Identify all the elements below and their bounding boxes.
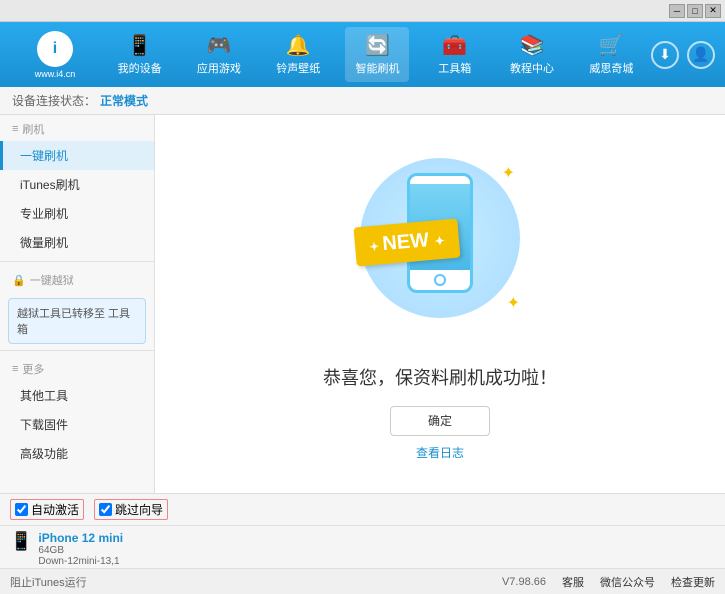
bottom-combined: 自动激活 跳过向导 📱 iPhone 12 mini 64GB Down-12m… <box>0 493 725 568</box>
nav-right-buttons: ⬇ 👤 <box>651 41 715 69</box>
sidebar-item-micro-flash[interactable]: 微量刷机 <box>0 228 154 257</box>
sparkle-bottom-right: ✦ <box>507 293 520 313</box>
sidebar-section-flash: ≡ 刷机 <box>0 115 154 141</box>
itunes-button[interactable]: 阻止iTunes运行 <box>10 574 87 590</box>
checkbox-group: 自动激活 跳过向导 <box>10 499 168 520</box>
content-area: ✦ ✦ NEW 恭喜您，保资料刷机成功啦！ 确定 查看日志 <box>155 115 725 493</box>
skip-wizard-label: 跳过向导 <box>115 501 163 518</box>
confirm-button[interactable]: 确定 <box>390 406 490 436</box>
success-illustration: ✦ ✦ NEW <box>340 148 540 348</box>
weisi-store-icon: 🛒 <box>599 33 624 58</box>
auto-launch-checkbox-label[interactable]: 自动激活 <box>10 499 84 520</box>
check-update-link[interactable]: 检查更新 <box>671 574 715 590</box>
logo-icon: i <box>37 31 73 67</box>
sidebar-section-jailbreak: 🔒 一键越狱 <box>0 266 154 292</box>
top-nav: i www.i4.cn 📱 我的设备 🎮 应用游戏 🔔 铃声壁纸 🔄 智能刷机 … <box>0 22 725 87</box>
phone-small-icon: 📱 <box>10 531 32 552</box>
ringtones-icon: 🔔 <box>286 33 311 58</box>
nav-items: 📱 我的设备 🎮 应用游戏 🔔 铃声壁纸 🔄 智能刷机 🧰 工具箱 📚 教程中心… <box>100 27 651 82</box>
device-firmware: Down-12mini-13,1 <box>38 556 123 567</box>
success-message: 恭喜您，保资料刷机成功啦！ <box>323 364 557 390</box>
sidebar-item-one-click-flash[interactable]: 一键刷机 <box>0 141 154 170</box>
lock-icon: 🔒 <box>12 274 26 287</box>
my-device-label: 我的设备 <box>118 60 162 76</box>
version-info: V7.98.66 <box>502 576 546 588</box>
window-controls[interactable]: ─ □ ✕ <box>669 4 721 18</box>
footer-right: V7.98.66 客服 微信公众号 检查更新 <box>502 574 715 590</box>
apps-games-label: 应用游戏 <box>197 60 241 76</box>
sidebar-section-flash-label: 刷机 <box>22 121 44 137</box>
status-label: 设备连接状态： <box>12 92 96 109</box>
skip-wizard-checkbox-label[interactable]: 跳过向导 <box>94 499 168 520</box>
sidebar-jailbreak-info: 越狱工具已转移至 工具箱 <box>8 298 146 344</box>
status-bar: 设备连接状态： 正常模式 <box>0 87 725 115</box>
weisi-store-label: 威思奇城 <box>589 60 633 76</box>
sidebar-item-download-firmware[interactable]: 下载固件 <box>0 410 154 439</box>
sidebar-item-itunes-flash[interactable]: iTunes刷机 <box>0 170 154 199</box>
maximize-button[interactable]: □ <box>687 4 703 18</box>
wechat-link[interactable]: 微信公众号 <box>600 574 655 590</box>
sidebar: ≡ 刷机 一键刷机 iTunes刷机 专业刷机 微量刷机 🔒 一键越狱 越狱工具… <box>0 115 155 493</box>
auto-launch-checkbox[interactable] <box>15 503 28 516</box>
new-badge: NEW <box>353 218 460 266</box>
ringtones-label: 铃声壁纸 <box>276 60 320 76</box>
sidebar-divider-2 <box>0 350 154 351</box>
bottom-controls-row: 自动激活 跳过向导 <box>0 494 725 526</box>
device-name: iPhone 12 mini <box>38 531 123 545</box>
sparkle-top-right: ✦ <box>502 163 515 183</box>
phone-home-button <box>434 274 446 286</box>
logo: i www.i4.cn <box>10 31 100 79</box>
minimize-button[interactable]: ─ <box>669 4 685 18</box>
toolbox-icon: 🧰 <box>442 33 467 58</box>
device-storage: 64GB <box>38 545 123 556</box>
smart-flash-icon: 🔄 <box>365 33 390 58</box>
nav-weisi-store[interactable]: 🛒 威思奇城 <box>579 27 643 82</box>
more-icon: ≡ <box>12 363 18 375</box>
sidebar-section-more: ≡ 更多 <box>0 355 154 381</box>
toolbox-label: 工具箱 <box>438 60 471 76</box>
main-layout: ≡ 刷机 一键刷机 iTunes刷机 专业刷机 微量刷机 🔒 一键越狱 越狱工具… <box>0 115 725 493</box>
tutorial-label: 教程中心 <box>510 60 554 76</box>
tutorial-icon: 📚 <box>520 33 545 58</box>
nav-apps-games[interactable]: 🎮 应用游戏 <box>187 27 251 82</box>
nav-my-device[interactable]: 📱 我的设备 <box>108 27 172 82</box>
nav-ringtones[interactable]: 🔔 铃声壁纸 <box>266 27 330 82</box>
smart-flash-label: 智能刷机 <box>355 60 399 76</box>
skip-wizard-checkbox[interactable] <box>99 503 112 516</box>
status-value: 正常模式 <box>100 92 148 109</box>
title-bar: ─ □ ✕ <box>0 0 725 22</box>
download-button[interactable]: ⬇ <box>651 41 679 69</box>
nav-smart-flash[interactable]: 🔄 智能刷机 <box>345 27 409 82</box>
customer-service-link[interactable]: 客服 <box>562 574 584 590</box>
sidebar-divider-1 <box>0 261 154 262</box>
logo-subtitle: www.i4.cn <box>35 69 76 79</box>
device-row: 📱 iPhone 12 mini 64GB Down-12mini-13,1 <box>0 526 725 572</box>
apps-games-icon: 🎮 <box>206 33 231 58</box>
my-device-icon: 📱 <box>127 33 152 58</box>
nav-tutorial[interactable]: 📚 教程中心 <box>500 27 564 82</box>
sidebar-section-flash-icon: ≡ <box>12 123 18 135</box>
auto-launch-label: 自动激活 <box>31 501 79 518</box>
nav-toolbox[interactable]: 🧰 工具箱 <box>425 27 485 82</box>
device-details: iPhone 12 mini 64GB Down-12mini-13,1 <box>38 531 123 567</box>
sidebar-item-advanced[interactable]: 高级功能 <box>0 439 154 468</box>
sidebar-item-other-tools[interactable]: 其他工具 <box>0 381 154 410</box>
sidebar-item-pro-flash[interactable]: 专业刷机 <box>0 199 154 228</box>
log-link[interactable]: 查看日志 <box>416 444 464 461</box>
account-button[interactable]: 👤 <box>687 41 715 69</box>
close-button[interactable]: ✕ <box>705 4 721 18</box>
